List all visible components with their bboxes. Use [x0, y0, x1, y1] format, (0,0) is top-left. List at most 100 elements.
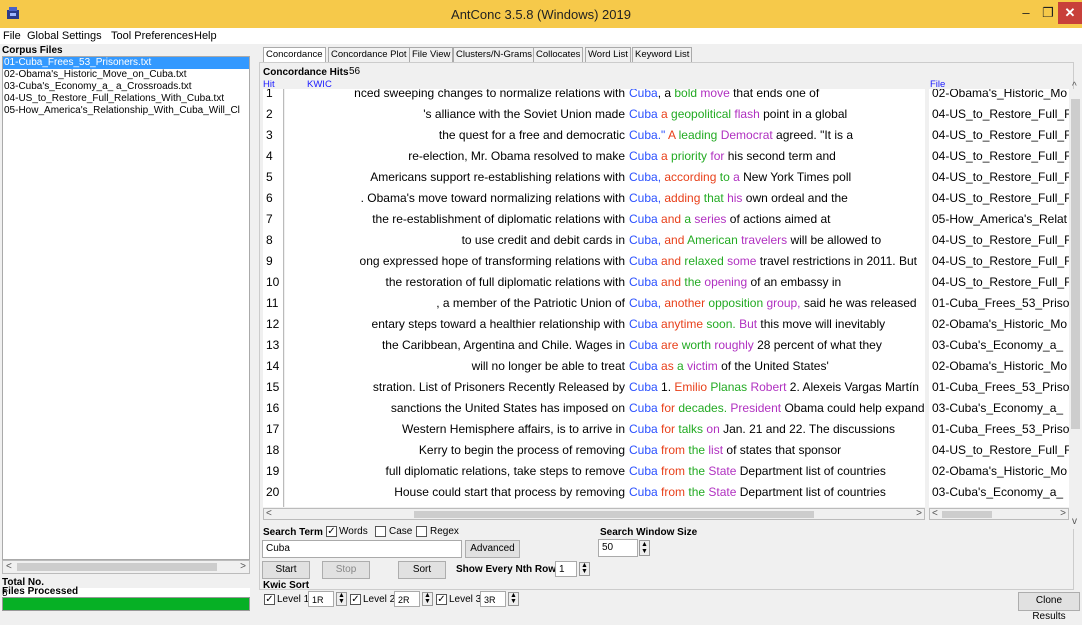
file-name-cell[interactable]: 01-Cuba_Frees_53_Priso [932, 419, 1069, 440]
sort-button[interactable]: Sort [398, 561, 446, 579]
spin-up-icon[interactable]: ▲ ▼ [422, 592, 433, 606]
file-name-cell[interactable]: 04-US_to_Restore_Full_F [932, 104, 1069, 125]
scroll-left-icon[interactable]: < [932, 508, 938, 519]
file-name-cell[interactable]: 03-Cuba's_Economy_a_ [932, 482, 1063, 503]
kwic-row[interactable]: re-election, Mr. Obama resolved to make C… [285, 146, 925, 167]
corpus-file-item[interactable]: 05-How_America's_Relationship_With_Cuba_… [3, 105, 249, 117]
kwic-row[interactable]: ong expressed hope of transforming relat… [285, 251, 925, 272]
file-name-cell[interactable]: 04-US_to_Restore_Full_F [932, 440, 1069, 461]
kwic-node-word[interactable]: Cuba [629, 359, 658, 373]
kwic-row[interactable]: will no longer be able to treat Cuba as a… [285, 356, 925, 377]
maximize-icon[interactable]: ❐ [1038, 2, 1058, 24]
kwic-node-word[interactable]: Cuba [629, 317, 658, 331]
file-name-cell[interactable]: 04-US_to_Restore_Full_F [932, 188, 1069, 209]
kwic-node-word[interactable]: Cuba, [629, 233, 661, 247]
file-name-cell[interactable]: 04-US_to_Restore_Full_F [932, 125, 1069, 146]
kwic-node-word[interactable]: Cuba [629, 275, 658, 289]
tab-clusters-ngrams[interactable]: Clusters/N-Grams [453, 47, 536, 62]
regex-checkbox[interactable] [416, 526, 427, 537]
kwic-node-word[interactable]: Cuba [629, 422, 658, 436]
nth-row-input[interactable]: 1 [555, 561, 577, 577]
kwic-node-word[interactable]: Cuba, [629, 170, 661, 184]
kwic-row[interactable]: entary steps toward a healthier relation… [285, 314, 925, 335]
kwic-node-word[interactable]: Cuba [629, 401, 658, 415]
menu-tool-preferences[interactable]: Tool Preferences [111, 30, 194, 42]
kwic-row[interactable]: Kerry to begin the process of removing Cu… [285, 440, 925, 461]
spin-down-icon[interactable]: ▲ ▼ [579, 562, 590, 576]
tab-keyword-list[interactable]: Keyword List [632, 47, 693, 62]
kwic-row[interactable]: the restoration of full diplomatic relat… [285, 272, 925, 293]
file-name-cell[interactable]: 04-US_to_Restore_Full_F [932, 167, 1069, 188]
scroll-right-icon[interactable]: > [916, 508, 922, 519]
file-name-cell[interactable]: 03-Cuba's_Economy_a_ [932, 398, 1063, 419]
file-name-cell[interactable]: 01-Cuba_Frees_53_Priso [932, 377, 1069, 398]
scroll-thumb[interactable] [942, 511, 992, 518]
kwic-row[interactable]: , a member of the Patriotic Union of Cuba… [285, 293, 925, 314]
kwic-row[interactable]: full diplomatic relations, take steps to… [285, 461, 925, 482]
kwic-row[interactable]: the quest for a free and democratic Cuba.… [285, 125, 925, 146]
file-name-cell[interactable]: 04-US_to_Restore_Full_F [932, 146, 1069, 167]
clone-results-button[interactable]: Clone Results [1018, 592, 1080, 622]
sidebar-horizontal-scrollbar[interactable]: < > [2, 560, 250, 574]
search-window-size-input[interactable]: 50 [598, 539, 638, 557]
results-vertical-scrollbar[interactable]: ^ v [1069, 81, 1082, 529]
level3-checkbox[interactable]: ✓ [436, 594, 447, 605]
level1-checkbox[interactable]: ✓ [264, 594, 275, 605]
file-name-cell[interactable]: 04-US_to_Restore_Full_F [932, 272, 1069, 293]
corpus-file-item[interactable]: 02-Obama's_Historic_Move_on_Cuba.txt [3, 69, 249, 81]
kwic-row[interactable]: House could start that process by removi… [285, 482, 925, 503]
kwic-node-word[interactable]: Cuba [629, 107, 658, 121]
case-checkbox[interactable] [375, 526, 386, 537]
start-button[interactable]: Start [262, 561, 310, 579]
corpus-file-item[interactable]: 04-US_to_Restore_Full_Relations_With_Cub… [3, 93, 249, 105]
file-column[interactable]: 02-Obama's_Historic_Mo 04-US_to_Restore_F… [929, 89, 1069, 507]
scroll-thumb[interactable] [17, 563, 217, 571]
menu-help[interactable]: Help [194, 30, 217, 42]
kwic-node-word[interactable]: Cuba, [629, 191, 661, 205]
kwic-node-word[interactable]: Cuba [629, 380, 658, 394]
spin-up-icon[interactable]: ▲ ▼ [508, 592, 519, 606]
kwic-node-word[interactable]: Cuba [629, 338, 658, 352]
file-name-cell[interactable]: 05-How_America's_Relat [932, 209, 1067, 230]
kwic-horizontal-scrollbar[interactable]: < > [263, 508, 925, 520]
tab-concordance[interactable]: Concordance [263, 47, 326, 62]
search-term-input[interactable]: Cuba [262, 540, 462, 558]
close-icon[interactable]: ✕ [1058, 2, 1082, 24]
kwic-row[interactable]: Western Hemisphere affairs, is to arrive… [285, 419, 925, 440]
kwic-row[interactable]: the Caribbean, Argentina and Chile. Wage… [285, 335, 925, 356]
file-name-cell[interactable]: 02-Obama's_Historic_Mo [932, 89, 1067, 104]
kwic-node-word[interactable]: Cuba [629, 254, 658, 268]
words-checkbox[interactable]: ✓ [326, 526, 337, 537]
kwic-row[interactable]: nced sweeping changes to normalize relat… [285, 89, 925, 104]
kwic-row[interactable]: stration. List of Prisoners Recently Rel… [285, 377, 925, 398]
tab-collocates[interactable]: Collocates [533, 47, 584, 62]
scroll-left-icon[interactable]: < [6, 561, 12, 572]
corpus-file-list[interactable]: 01-Cuba_Frees_53_Prisoners.txt 02-Obama'… [2, 56, 250, 560]
level2-checkbox[interactable]: ✓ [350, 594, 361, 605]
kwic-node-word[interactable]: Cuba [629, 443, 658, 457]
kwic-row[interactable]: the re-establishment of diplomatic relat… [285, 209, 925, 230]
file-name-cell[interactable]: 01-Cuba_Frees_53_Priso [932, 293, 1069, 314]
kwic-row[interactable]: further moves remained untenable as long… [285, 503, 925, 507]
spin-up-icon[interactable]: ▲ ▼ [639, 540, 650, 556]
kwic-node-word[interactable]: Cuba [629, 149, 658, 163]
kwic-node-word[interactable]: Cuba." [629, 128, 665, 142]
advanced-button[interactable]: Advanced [465, 540, 520, 558]
kwic-row[interactable]: . Obama's move toward normalizing relati… [285, 188, 925, 209]
minimize-icon[interactable]: – [1014, 2, 1038, 24]
file-horizontal-scrollbar[interactable]: < > [929, 508, 1069, 520]
tab-word-list[interactable]: Word List [585, 47, 631, 62]
kwic-node-word[interactable]: Cuba [629, 485, 658, 499]
file-name-cell[interactable]: 03-Cuba's_Economy_a_ [932, 335, 1063, 356]
corpus-file-item[interactable]: 01-Cuba_Frees_53_Prisoners.txt [3, 57, 249, 69]
file-name-cell[interactable]: 04-US_to_Restore_Full_F [932, 230, 1069, 251]
menu-file[interactable]: File [3, 30, 21, 42]
file-name-cell[interactable]: 02-Obama's_Historic_Mo [932, 461, 1067, 482]
scroll-left-icon[interactable]: < [266, 508, 272, 519]
scroll-thumb[interactable] [414, 511, 814, 518]
file-name-cell[interactable]: 02-Obama's_Historic_Mo [932, 314, 1067, 335]
tab-file-view[interactable]: File View [409, 47, 454, 62]
kwic-row[interactable]: sanctions the United States has imposed … [285, 398, 925, 419]
kwic-node-word[interactable]: Cuba, [629, 296, 661, 310]
file-name-cell[interactable]: 02-Obama's_Historic_Mo [932, 356, 1067, 377]
